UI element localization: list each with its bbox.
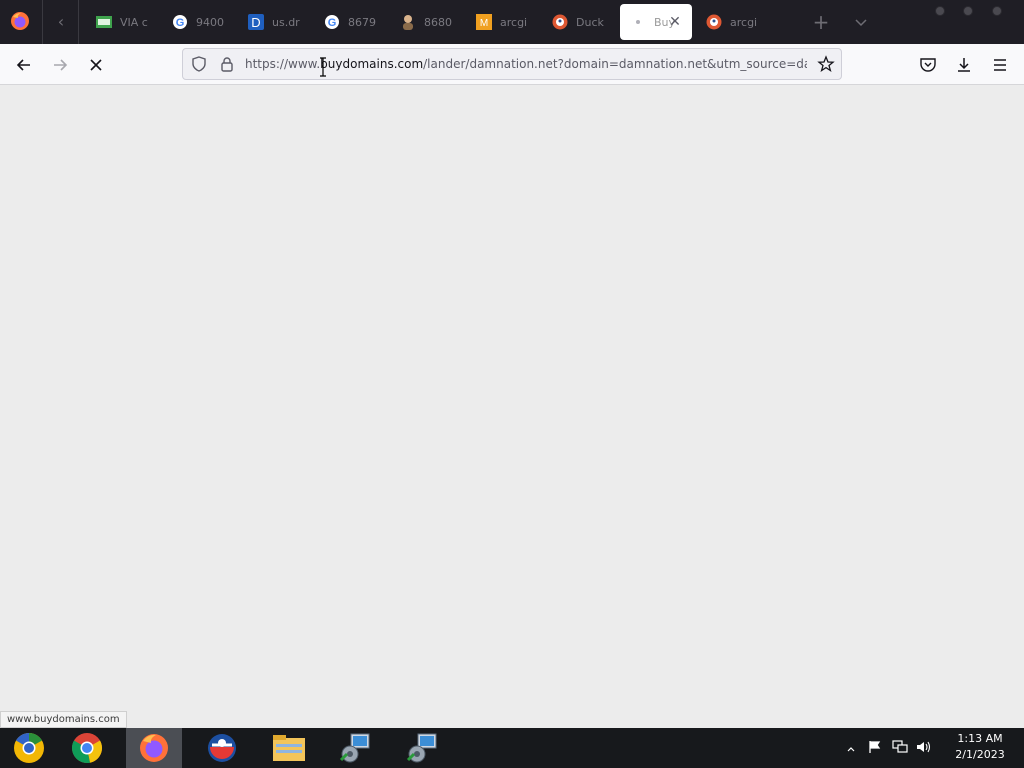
back-arrow-icon <box>16 59 30 71</box>
person-icon <box>400 14 416 30</box>
bookmark-star-icon[interactable] <box>817 55 835 73</box>
svg-text:M: M <box>480 18 488 29</box>
svg-text:D: D <box>251 15 260 30</box>
tab-title: 8680 <box>424 15 452 29</box>
tab[interactable]: G 9400 <box>162 4 234 40</box>
tab[interactable]: arcgi <box>696 4 768 40</box>
duckduckgo-icon <box>552 14 568 30</box>
url-path: /lander/damnation.net?domain=damnation.n… <box>423 57 807 71</box>
taskbar-opera[interactable] <box>193 728 251 768</box>
divider <box>78 0 79 44</box>
file-explorer-icon <box>273 735 305 761</box>
clock-date: 2/1/2023 <box>955 748 1005 761</box>
taskbar-chrome-canary[interactable] <box>0 728 58 768</box>
hamburger-menu-icon <box>994 59 1006 71</box>
tab[interactable]: D us.dr <box>238 4 310 40</box>
system-tray <box>846 728 940 768</box>
link-status-overlay: www.buydomains.com <box>0 711 127 728</box>
svg-text:G: G <box>176 17 185 29</box>
tab-scroll-left-icon[interactable]: ‹ <box>50 11 72 33</box>
url-text[interactable]: https://www.buydomains.com/lander/damnat… <box>245 57 807 71</box>
pocket-button[interactable] <box>915 52 941 78</box>
action-center-flag-icon[interactable] <box>868 739 892 758</box>
network-setup-icon <box>339 733 370 763</box>
downloads-button[interactable] <box>951 52 977 78</box>
d-letter-icon: D <box>248 14 264 30</box>
forward-arrow-icon <box>54 59 68 71</box>
text-cursor-icon <box>320 57 326 77</box>
address-bar[interactable]: https://www.buydomains.com/lander/damnat… <box>182 48 842 80</box>
tab[interactable]: G 8679 <box>314 4 386 40</box>
opera-icon <box>208 734 236 762</box>
show-hidden-icons-icon[interactable] <box>846 739 860 758</box>
duckduckgo-icon <box>706 14 722 30</box>
url-domain: buydomains.com <box>320 57 424 71</box>
tab-title: us.dr <box>272 15 300 29</box>
google-icon: G <box>324 14 340 30</box>
firefox-menu-icon[interactable] <box>10 11 30 31</box>
close-tab-icon[interactable]: ✕ <box>666 13 684 31</box>
forward-button[interactable] <box>47 52 73 78</box>
navigation-toolbar: https://www.buydomains.com/lander/damnat… <box>0 44 1024 85</box>
lock-icon[interactable] <box>219 56 235 72</box>
maximize-icon[interactable] <box>963 6 973 16</box>
taskbar-file-explorer[interactable] <box>260 728 318 768</box>
tracking-protection-shield-icon[interactable] <box>191 56 207 72</box>
divider <box>42 0 43 44</box>
taskbar-firefox[interactable] <box>126 728 182 768</box>
loading-dot-icon <box>630 14 646 30</box>
close-window-icon[interactable] <box>992 6 1002 16</box>
download-icon <box>958 58 970 72</box>
tab-title: Duck <box>576 15 604 29</box>
svg-text:G: G <box>328 17 337 29</box>
orange-m-icon: M <box>476 14 492 30</box>
tab-title: arcgi <box>500 15 528 29</box>
chrome-canary-icon <box>14 733 44 763</box>
pocket-icon <box>920 58 936 72</box>
tab-strip: ‹ VIA c G 9400 D us.dr G 8679 8680 M arc… <box>0 0 1024 44</box>
via-icon <box>96 14 112 30</box>
app-menu-button[interactable] <box>987 52 1013 78</box>
tab[interactable]: Duck <box>542 4 614 40</box>
taskbar-clock[interactable]: 1:13 AM 2/1/2023 <box>945 731 1015 763</box>
list-all-tabs-icon[interactable] <box>850 11 872 33</box>
tab-title: 9400 <box>196 15 224 29</box>
taskbar-network-setup[interactable] <box>326 728 384 768</box>
tab-active[interactable]: Buy ✕ <box>620 4 692 40</box>
tab[interactable]: 8680 <box>390 4 462 40</box>
network-icon[interactable] <box>892 739 916 758</box>
chrome-icon <box>71 733 103 764</box>
taskbar-network-setup-2[interactable] <box>393 728 451 768</box>
google-icon: G <box>172 14 188 30</box>
taskbar-chrome[interactable] <box>58 728 116 768</box>
minimize-icon[interactable] <box>935 6 945 16</box>
tab-title: arcgi <box>730 15 758 29</box>
stop-loading-button[interactable] <box>83 52 109 78</box>
network-setup-icon <box>406 733 437 763</box>
tab-title: 8679 <box>348 15 376 29</box>
tab-title: VIA c <box>120 15 148 29</box>
windows-taskbar: 1:13 AM 2/1/2023 <box>0 728 1024 768</box>
new-tab-icon[interactable]: + <box>810 11 832 33</box>
stop-icon <box>90 59 102 71</box>
volume-icon[interactable] <box>916 739 940 758</box>
clock-time: 1:13 AM <box>957 732 1003 745</box>
page-content-blank <box>0 85 1024 728</box>
tab[interactable]: M arcgi <box>466 4 538 40</box>
url-prefix: https://www. <box>245 57 321 71</box>
tab[interactable]: VIA c <box>86 4 158 40</box>
firefox-icon <box>140 734 168 762</box>
back-button[interactable] <box>11 52 37 78</box>
